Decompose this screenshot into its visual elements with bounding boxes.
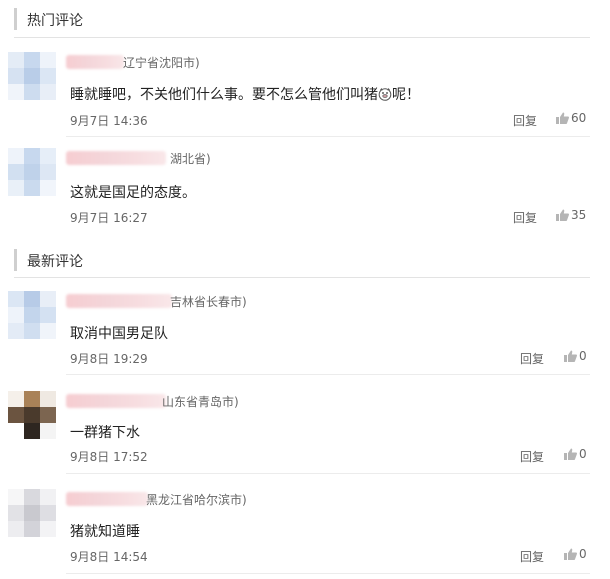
comment-item: 湖北省) 这就是国足的态度。 9月7日 16:27 回复 35	[0, 148, 610, 228]
thumbs-up-icon	[556, 112, 569, 124]
reply-button[interactable]: 回复	[520, 350, 544, 367]
username-blurred[interactable]	[66, 55, 124, 69]
comment-time: 9月8日 17:52	[70, 450, 148, 464]
like-button[interactable]: 0	[564, 349, 587, 363]
reply-button[interactable]: 回复	[513, 112, 537, 129]
pig-face-emoji-icon	[378, 88, 392, 101]
comment-text: 睡就睡吧，不关他们什么事。要不怎么管他们叫猪 呢！	[70, 84, 420, 104]
comment-divider	[66, 473, 590, 474]
thumbs-up-icon	[564, 448, 577, 460]
like-button[interactable]: 0	[564, 547, 587, 561]
reply-button[interactable]: 回复	[520, 548, 544, 565]
comment-text-part1: 睡就睡吧，不关他们什么事。要不怎么管他们叫猪	[70, 87, 378, 103]
avatar[interactable]	[8, 489, 56, 537]
comment-item: 吉林省长春市) 取消中国男足队 9月8日 19:29 回复 0	[0, 291, 610, 375]
new-comments-header: 最新评论	[14, 249, 593, 271]
comment-item: 黑龙江省哈尔滨市) 猪就知道睡 9月8日 14:54 回复 0	[0, 489, 610, 574]
comment-time: 9月7日 14:36	[70, 114, 148, 128]
like-count: 0	[579, 447, 587, 461]
comment-time: 9月8日 19:29	[70, 352, 148, 366]
user-location: 黑龙江省哈尔滨市)	[146, 493, 247, 507]
thumbs-up-icon	[564, 350, 577, 362]
comment-time: 9月7日 16:27	[70, 211, 148, 225]
like-count: 35	[571, 208, 587, 222]
hot-comments-header: 热门评论	[14, 8, 593, 30]
user-location: 辽宁省沈阳市)	[123, 56, 200, 70]
like-count: 60	[571, 111, 587, 125]
like-button[interactable]: 60	[556, 111, 586, 125]
comment-divider	[66, 573, 590, 574]
new-comments-divider	[14, 277, 590, 278]
comment-text-part2: 呢！	[392, 87, 420, 103]
thumbs-up-icon	[556, 209, 569, 221]
username-blurred[interactable]	[66, 492, 148, 506]
comment-text: 一群猪下水	[70, 425, 140, 441]
new-comments-title: 最新评论	[27, 254, 83, 270]
reply-button[interactable]: 回复	[520, 448, 544, 465]
user-location: 湖北省)	[170, 152, 211, 166]
comment-item: 山东省青岛市) 一群猪下水 9月8日 17:52 回复 0	[0, 391, 610, 474]
user-location: 山东省青岛市)	[162, 395, 239, 409]
username-blurred[interactable]	[66, 394, 166, 408]
avatar[interactable]	[8, 291, 56, 339]
like-count: 0	[579, 349, 587, 363]
comment-text: 取消中国男足队	[70, 326, 168, 342]
like-button[interactable]: 35	[556, 208, 586, 222]
user-location: 吉林省长春市)	[170, 295, 247, 309]
reply-button[interactable]: 回复	[513, 209, 537, 226]
comment-text: 这就是国足的态度。	[70, 185, 196, 201]
comment-item: 辽宁省沈阳市) 睡就睡吧，不关他们什么事。要不怎么管他们叫猪 呢！ 9月7日 14…	[0, 52, 610, 137]
comment-time: 9月8日 14:54	[70, 550, 148, 564]
avatar[interactable]	[8, 391, 56, 439]
username-blurred[interactable]	[66, 151, 166, 165]
like-button[interactable]: 0	[564, 447, 587, 461]
comment-divider	[66, 136, 590, 137]
avatar[interactable]	[8, 52, 56, 100]
avatar[interactable]	[8, 148, 56, 196]
hot-comments-divider	[14, 37, 590, 38]
like-count: 0	[579, 547, 587, 561]
hot-comments-title: 热门评论	[27, 13, 83, 29]
username-blurred[interactable]	[66, 294, 172, 308]
comment-divider	[66, 374, 590, 375]
comment-text: 猪就知道睡	[70, 524, 140, 540]
thumbs-up-icon	[564, 548, 577, 560]
